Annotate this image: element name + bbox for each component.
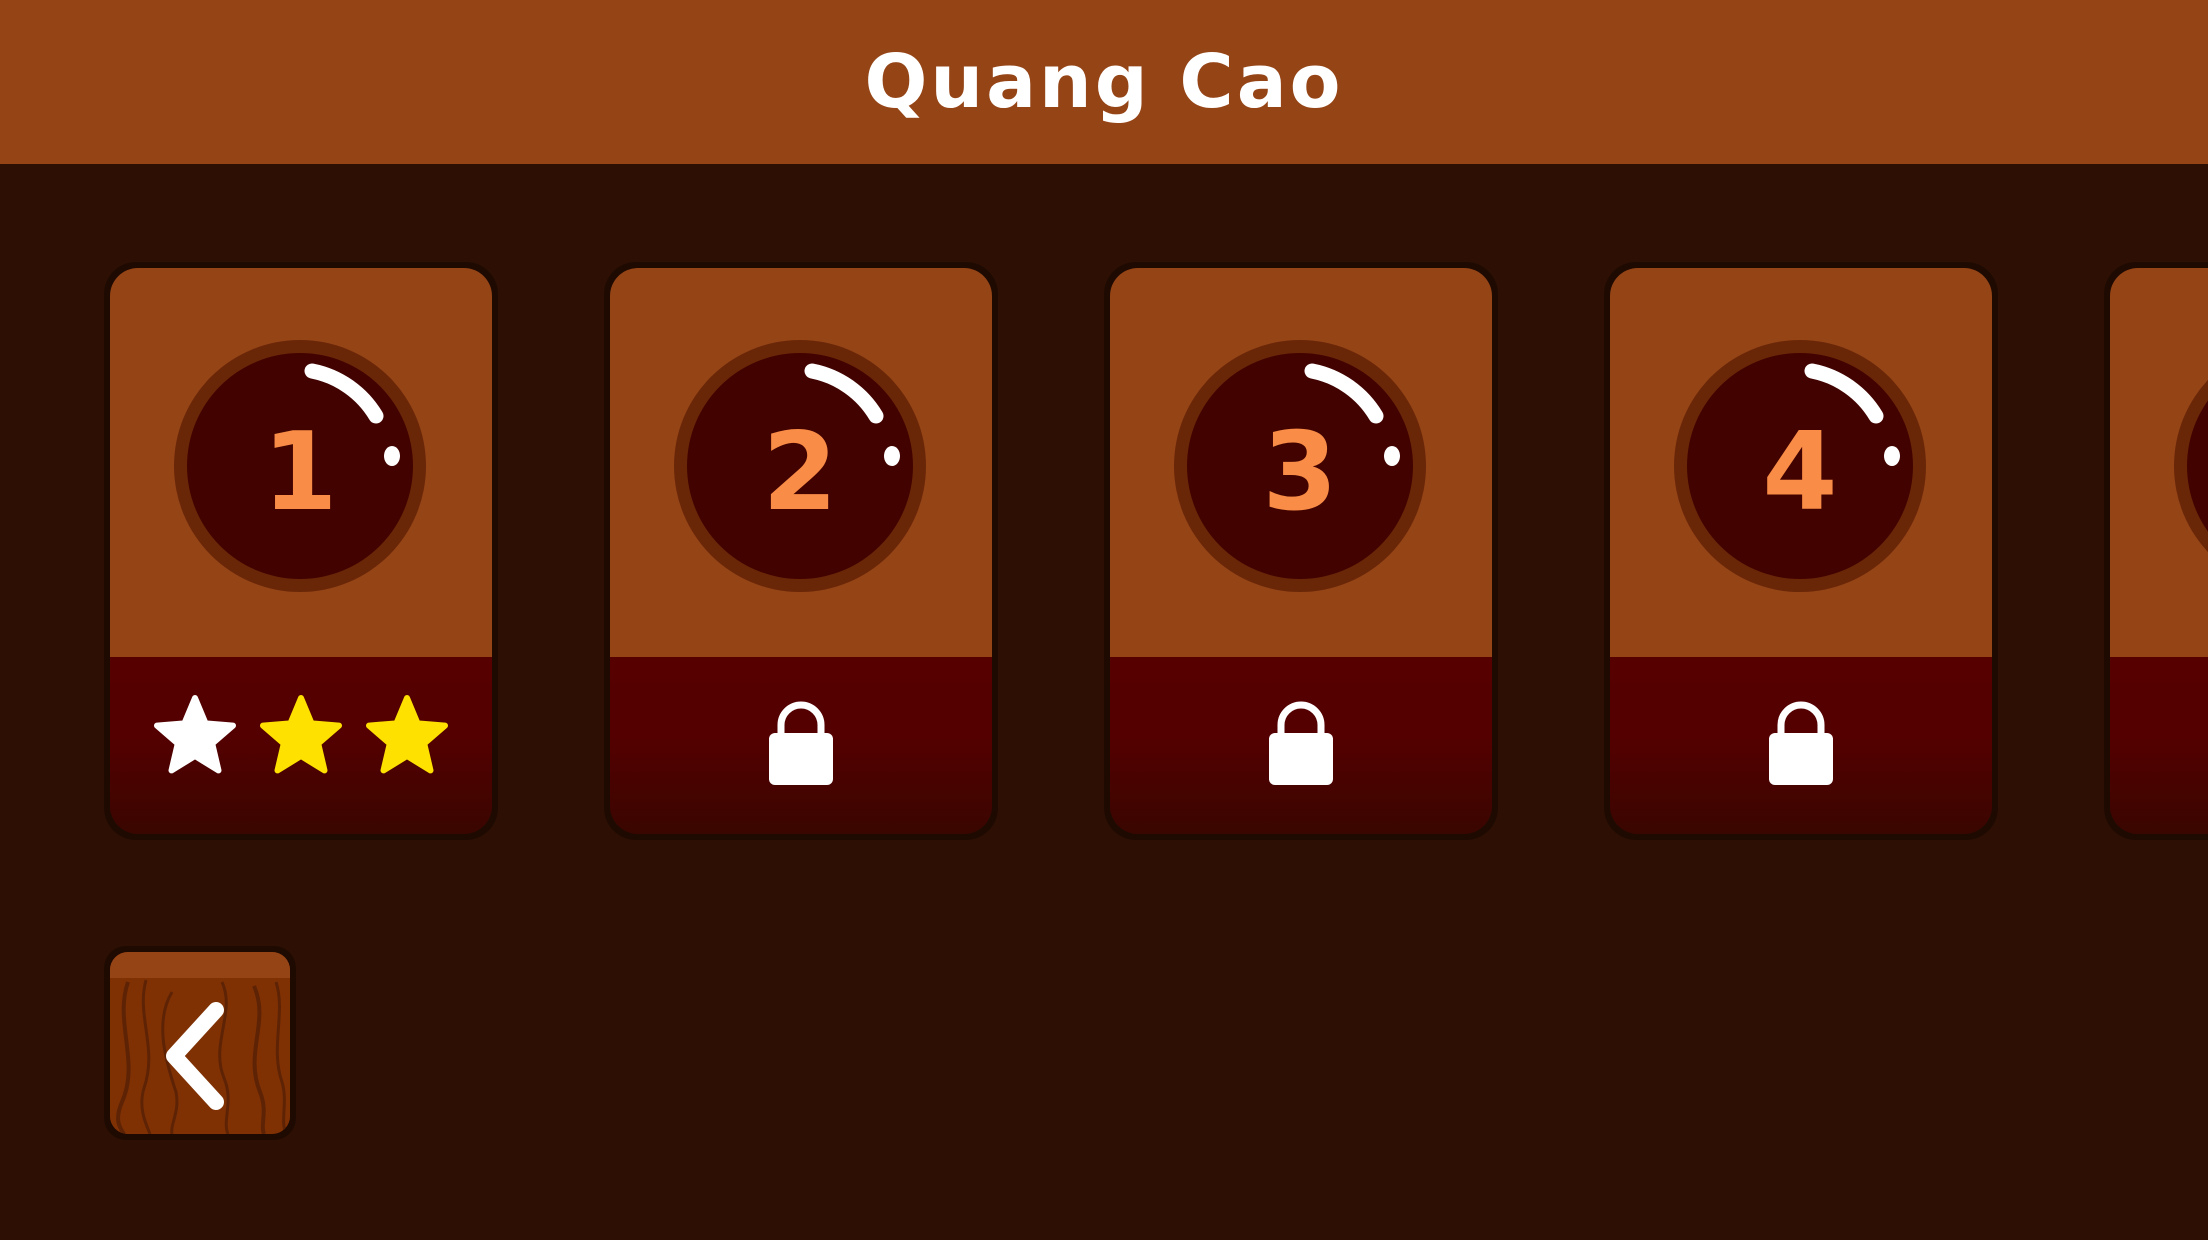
level-card-footer [610,657,992,834]
back-button[interactable] [104,946,296,1140]
page-title: Quang Cao [864,39,1344,125]
level-card-top [2110,268,2208,657]
lock-icon [769,701,833,785]
level-card-footer [2110,657,2208,834]
wood-texture [110,952,290,1134]
lock-icon [1769,701,1833,785]
gold-star-icon [260,695,342,774]
level-card-top: 1 [110,268,492,657]
level-card-4[interactable]: 4 [1604,262,1998,840]
level-card-top: 4 [1610,268,1992,657]
level-card-2[interactable]: 2 [604,262,998,840]
level-number: 3 [1262,410,1338,535]
level-number: 4 [1762,410,1838,535]
header-bar: Quang Cao [0,0,2208,164]
level-card-top: 2 [610,268,992,657]
level-number: 2 [762,410,838,535]
level-card-5[interactable] [2104,262,2208,840]
level-card-top: 3 [1110,268,1492,657]
level-card-footer [1610,657,1992,834]
level-number: 1 [262,410,338,535]
level-card-1[interactable]: 1 [104,262,498,840]
white-star-icon [154,695,236,774]
level-card-footer [110,657,492,834]
level-card-3[interactable]: 3 [1104,262,1498,840]
level-number [2172,338,2208,594]
level-card-footer [1110,657,1492,834]
gold-star-icon [366,695,448,774]
lock-icon [1269,701,1333,785]
